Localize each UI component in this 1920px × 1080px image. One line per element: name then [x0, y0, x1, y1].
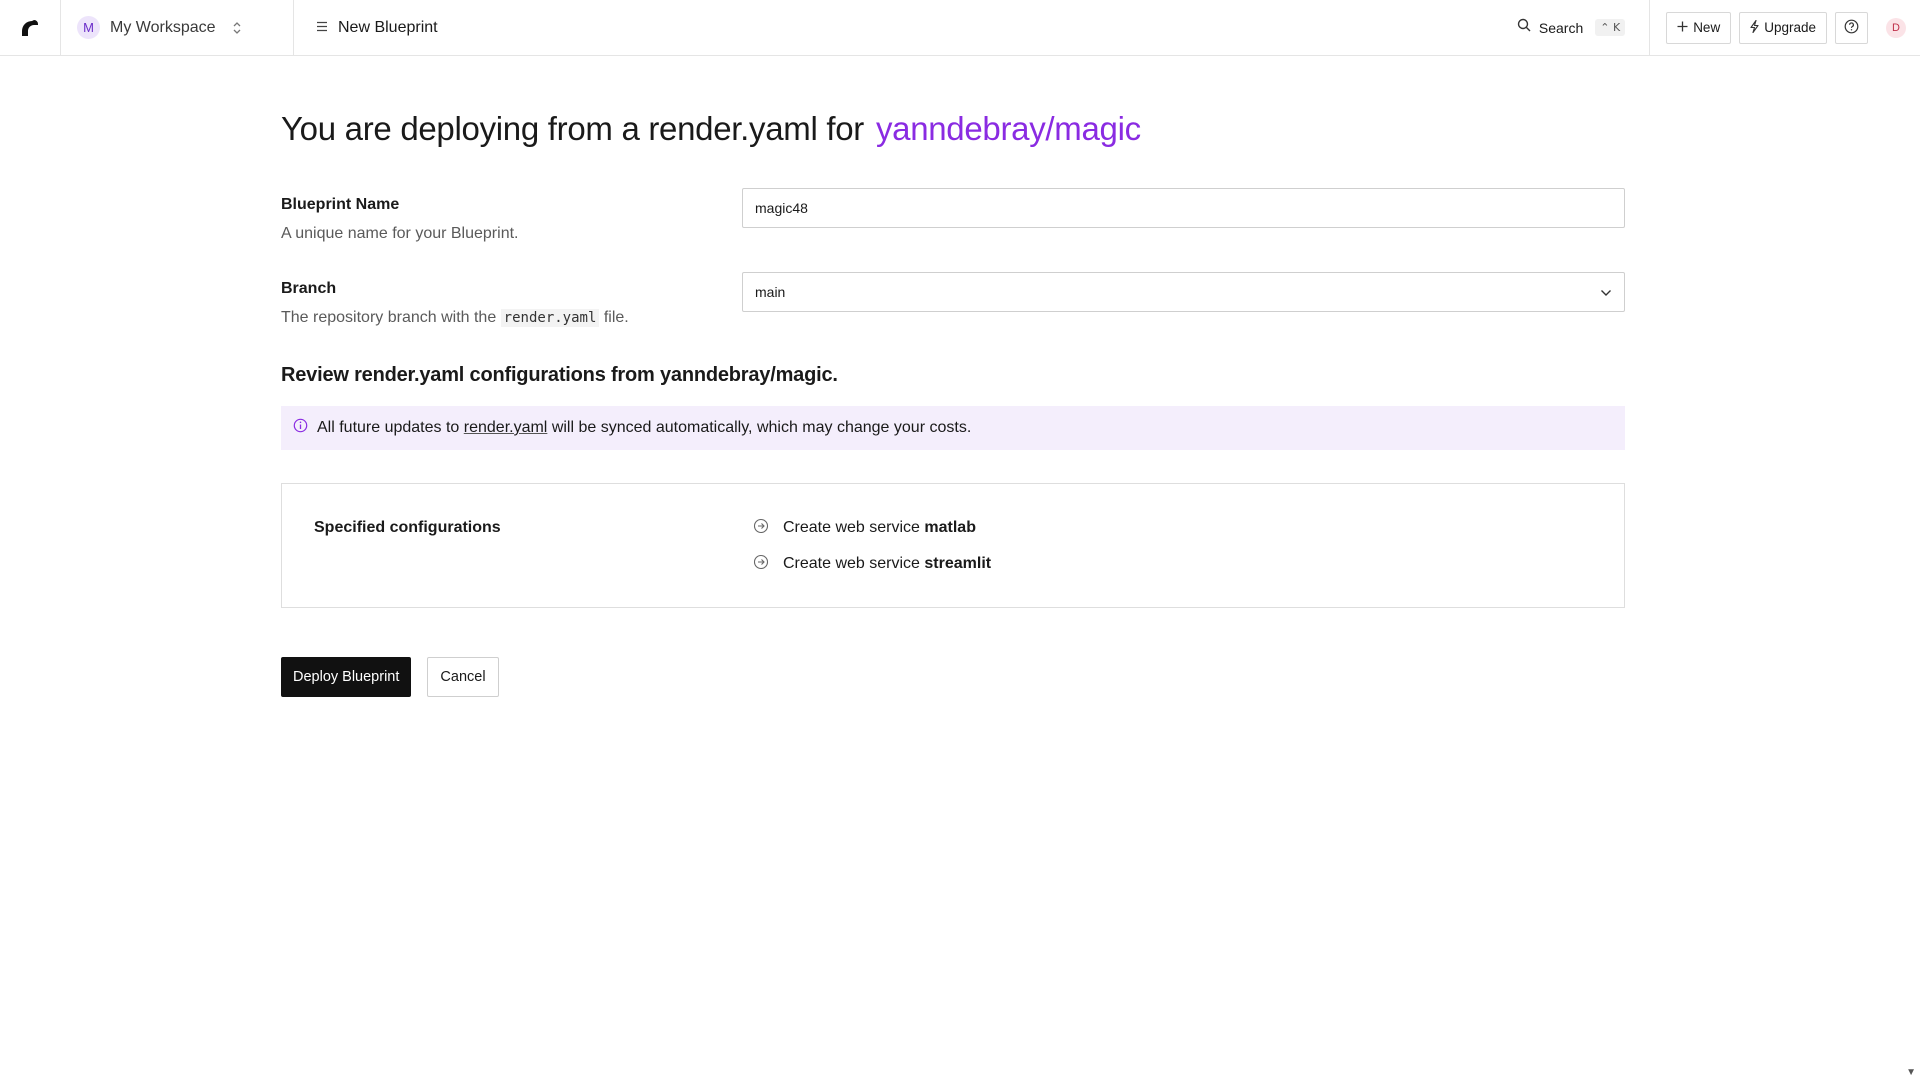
- branch-label: Branch: [281, 280, 337, 297]
- branch-help-text: The repository branch with the: [281, 309, 497, 326]
- help-button[interactable]: [1835, 11, 1868, 44]
- notice-text: All future updates to render.yaml will b…: [317, 419, 971, 437]
- render-logo-icon: [22, 19, 38, 36]
- upgrade-button-label: Upgrade: [1764, 20, 1816, 35]
- user-avatar[interactable]: D: [1886, 17, 1906, 38]
- config-item-action: Create web service: [783, 519, 920, 536]
- scroll-down-arrow-icon[interactable]: ▼: [1906, 1067, 1916, 1078]
- branch-select-value: main: [755, 284, 786, 300]
- menu-lines-icon[interactable]: [316, 19, 328, 36]
- config-item-matlab: Create web service matlab: [753, 518, 991, 538]
- repository-link[interactable]: yanndebray/magic: [876, 110, 1141, 148]
- config-item-service-name: streamlit: [924, 555, 992, 572]
- upgrade-button[interactable]: Upgrade: [1739, 11, 1827, 44]
- info-icon: [293, 418, 308, 438]
- cancel-button[interactable]: Cancel: [427, 657, 499, 697]
- page-breadcrumb-title: New Blueprint: [338, 18, 438, 36]
- config-item-action: Create web service: [783, 555, 920, 572]
- arrow-circle-right-icon: [753, 554, 769, 575]
- render-yaml-link[interactable]: render.yaml: [464, 419, 548, 436]
- branch-help-suffix: file.: [603, 309, 629, 326]
- page-title-prefix: You are deploying from a render.yaml for: [281, 110, 864, 147]
- workspace-switcher[interactable]: M My Workspace: [61, 0, 294, 55]
- new-button[interactable]: New: [1666, 11, 1732, 44]
- blueprint-name-input[interactable]: [742, 188, 1625, 228]
- render-logo[interactable]: [0, 0, 61, 55]
- blueprint-name-row: Blueprint Name A unique name for your Bl…: [281, 188, 1625, 280]
- search-icon: [1517, 18, 1531, 37]
- render-yaml-code: render.yaml: [500, 309, 600, 327]
- search-button[interactable]: Search ⌃ K: [1517, 0, 1651, 55]
- configurations-list: Create web service matlab Create web ser…: [753, 518, 991, 590]
- help-circle-icon: [1844, 19, 1859, 37]
- workspace-name: My Workspace: [110, 18, 216, 36]
- chevron-down-icon: [1600, 284, 1612, 300]
- form-actions: Deploy Blueprint Cancel: [281, 657, 1625, 697]
- branch-select[interactable]: main: [742, 272, 1625, 312]
- specified-configurations-panel: Specified configurations Create web serv…: [281, 483, 1625, 608]
- blueprint-name-label: Blueprint Name: [281, 196, 400, 213]
- top-navigation-bar: M My Workspace New Blueprint Search ⌃ K …: [0, 0, 1920, 56]
- search-shortcut-badge: ⌃ K: [1595, 19, 1626, 36]
- specified-configurations-label: Specified configurations: [314, 519, 501, 536]
- lightning-icon: [1750, 19, 1759, 36]
- plus-icon: [1677, 20, 1688, 35]
- deploy-blueprint-button[interactable]: Deploy Blueprint: [281, 657, 412, 697]
- branch-row: Branch The repository branch with the re…: [281, 272, 1625, 364]
- review-section-title: Review render.yaml configurations from y…: [281, 364, 838, 386]
- page-title: You are deploying from a render.yaml for…: [281, 105, 1625, 153]
- chevron-up-down-icon: [232, 21, 242, 35]
- config-item-streamlit: Create web service streamlit: [753, 554, 991, 574]
- notice-text-after: will be synced automatically, which may …: [551, 419, 972, 436]
- search-label: Search: [1538, 19, 1584, 36]
- new-button-label: New: [1693, 20, 1721, 35]
- main-content: You are deploying from a render.yaml for…: [281, 56, 1625, 697]
- config-item-service-name: matlab: [924, 519, 976, 536]
- blueprint-name-help: A unique name for your Blueprint.: [281, 225, 519, 242]
- arrow-circle-right-icon: [753, 518, 769, 539]
- sync-notice: All future updates to render.yaml will b…: [281, 406, 1625, 450]
- branch-help: The repository branch with the render.ya…: [281, 309, 721, 327]
- notice-text-before: All future updates to: [317, 419, 460, 436]
- breadcrumb: New Blueprint: [294, 0, 438, 55]
- workspace-avatar: M: [77, 16, 100, 39]
